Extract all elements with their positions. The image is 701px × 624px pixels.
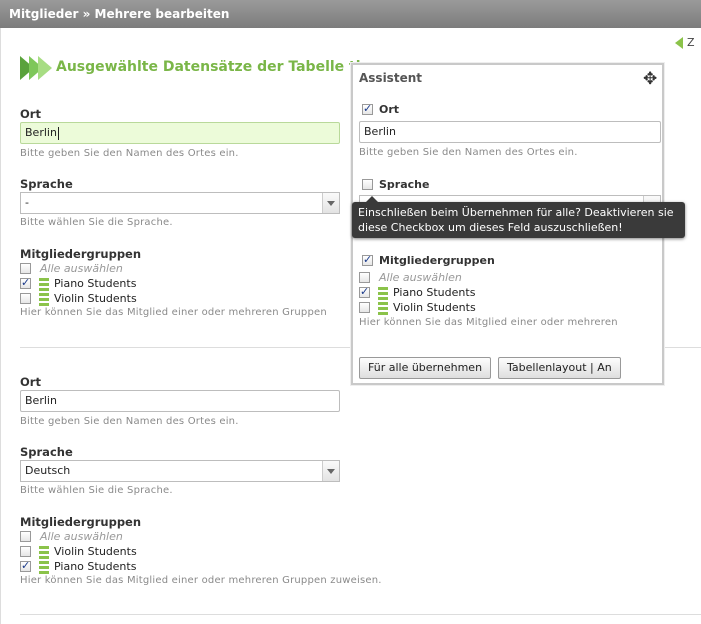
- include-tooltip: Einschließen beim Übernehmen für alle? D…: [352, 196, 685, 238]
- mitgliedergruppen-label: Mitgliedergruppen: [20, 247, 142, 261]
- group-icon: [378, 287, 388, 300]
- mitgliedergruppen-label: Mitgliedergruppen: [20, 515, 142, 529]
- group-icon: [39, 278, 49, 291]
- sprache-hint: Bitte wählen Sie die Sprache.: [20, 217, 173, 228]
- section-arrows-icon: [20, 55, 52, 81]
- ort-hint: Bitte geben Sie den Namen des Ortes ein.: [20, 148, 239, 159]
- ort-hint: Bitte geben Sie den Namen des Ortes ein.: [20, 416, 239, 427]
- group-checkbox[interactable]: [20, 559, 31, 572]
- group-checkbox[interactable]: [359, 302, 370, 313]
- window-titlebar: Mitglieder » Mehrere bearbeiten: [0, 0, 701, 28]
- group-icon: [39, 293, 49, 306]
- gruppen-hint: Hier können Sie das Mitglied einer oder …: [20, 307, 327, 318]
- group-checkbox[interactable]: [20, 293, 31, 304]
- assistant-title: Assistent: [359, 71, 422, 85]
- gruppen-hint: Hier können Sie das Mitglied einer oder …: [20, 575, 382, 586]
- include-checkbox[interactable]: [362, 102, 373, 115]
- group-checkbox[interactable]: [20, 276, 31, 289]
- group-icon: [39, 561, 49, 574]
- arrow-left-icon: [675, 37, 683, 49]
- ort-input[interactable]: Berlin: [20, 122, 340, 144]
- ort-input[interactable]: Berlin: [20, 390, 340, 412]
- sprache-hint: Bitte wählen Sie die Sprache.: [20, 485, 173, 496]
- group-checkbox[interactable]: [20, 546, 31, 557]
- sprache-label: Sprache: [20, 177, 73, 191]
- left-border: [0, 28, 1, 624]
- table-layout-button[interactable]: Tabellenlayout | An: [498, 357, 621, 379]
- select-all-checkbox[interactable]: [20, 263, 31, 274]
- include-checkbox[interactable]: [362, 179, 373, 190]
- assistant-ort-hint: Bitte geben Sie den Namen des Ortes ein.: [359, 147, 578, 158]
- chevron-down-icon[interactable]: [322, 461, 339, 481]
- chevron-down-icon[interactable]: [322, 193, 339, 213]
- select-all-checkbox[interactable]: [20, 531, 31, 542]
- back-link-label: Z: [687, 36, 695, 49]
- back-link[interactable]: Z: [675, 36, 695, 49]
- move-icon[interactable]: ✥: [643, 69, 657, 89]
- select-all-checkbox[interactable]: [359, 272, 370, 283]
- assistant-gruppen-hint: Hier können Sie das Mitglied einer oder …: [359, 317, 618, 328]
- include-checkbox[interactable]: [362, 253, 373, 266]
- sprache-label: Sprache: [20, 445, 73, 459]
- record-divider: [20, 614, 701, 615]
- group-icon: [378, 302, 388, 315]
- group-icon: [39, 546, 49, 559]
- sprache-select[interactable]: -: [20, 192, 340, 214]
- ort-label: Ort: [20, 107, 41, 121]
- sprache-select[interactable]: Deutsch: [20, 460, 340, 482]
- ort-label: Ort: [20, 375, 41, 389]
- apply-all-button[interactable]: Für alle übernehmen: [359, 357, 492, 379]
- assistant-ort-input[interactable]: Berlin: [359, 121, 661, 143]
- group-checkbox[interactable]: [359, 285, 370, 298]
- section-title: Ausgewählte Datensätze der Tabelle th: [56, 59, 366, 75]
